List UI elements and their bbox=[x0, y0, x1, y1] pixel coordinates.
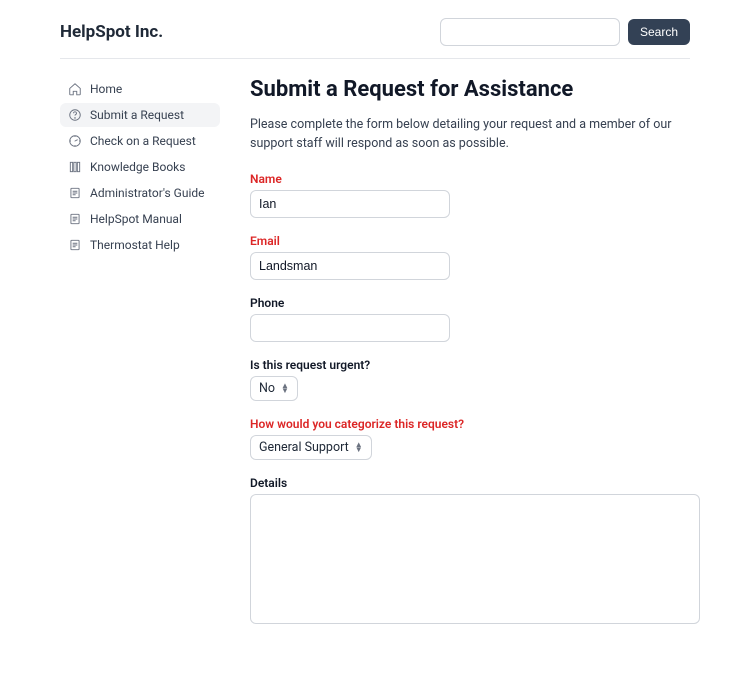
search-wrap: Search bbox=[440, 18, 690, 46]
home-icon bbox=[68, 82, 82, 96]
brand-title: HelpSpot Inc. bbox=[60, 22, 163, 42]
main-content: Submit a Request for Assistance Please c… bbox=[250, 77, 700, 644]
help-icon bbox=[68, 108, 82, 122]
field-urgent: Is this request urgent? No ▲▼ bbox=[250, 358, 700, 401]
label-email: Email bbox=[250, 234, 700, 248]
label-category: How would you categorize this request? bbox=[250, 417, 700, 431]
sidebar-item-submit-request[interactable]: Submit a Request bbox=[60, 103, 220, 127]
field-email: Email bbox=[250, 234, 700, 280]
doc-icon bbox=[68, 238, 82, 252]
input-phone[interactable] bbox=[250, 314, 450, 342]
clock-icon bbox=[68, 134, 82, 148]
doc-icon bbox=[68, 212, 82, 226]
stepper-icon: ▲▼ bbox=[355, 442, 363, 452]
sidebar-item-thermostat-help[interactable]: Thermostat Help bbox=[60, 233, 220, 257]
select-urgent-value: No bbox=[259, 381, 275, 396]
search-input[interactable] bbox=[440, 18, 620, 46]
input-name[interactable] bbox=[250, 190, 450, 218]
select-urgent[interactable]: No ▲▼ bbox=[250, 376, 298, 401]
doc-icon bbox=[68, 186, 82, 200]
search-button[interactable]: Search bbox=[628, 19, 690, 45]
field-name: Name bbox=[250, 172, 700, 218]
sidebar-item-label: Submit a Request bbox=[90, 108, 184, 122]
sidebar-item-helpspot-manual[interactable]: HelpSpot Manual bbox=[60, 207, 220, 231]
label-phone: Phone bbox=[250, 296, 700, 310]
page-title: Submit a Request for Assistance bbox=[250, 77, 700, 102]
field-category: How would you categorize this request? G… bbox=[250, 417, 700, 460]
stepper-icon: ▲▼ bbox=[281, 383, 289, 393]
select-category[interactable]: General Support ▲▼ bbox=[250, 435, 372, 460]
sidebar: Home Submit a Request Check on a Request… bbox=[60, 77, 220, 644]
input-email[interactable] bbox=[250, 252, 450, 280]
sidebar-item-home[interactable]: Home bbox=[60, 77, 220, 101]
select-category-value: General Support bbox=[259, 440, 349, 455]
sidebar-item-admin-guide[interactable]: Administrator's Guide bbox=[60, 181, 220, 205]
field-phone: Phone bbox=[250, 296, 700, 342]
header: HelpSpot Inc. Search bbox=[60, 18, 690, 59]
sidebar-item-label: Administrator's Guide bbox=[90, 186, 205, 200]
label-details: Details bbox=[250, 476, 700, 490]
page-intro: Please complete the form below detailing… bbox=[250, 116, 700, 154]
sidebar-item-label: Home bbox=[90, 82, 122, 96]
sidebar-item-label: Knowledge Books bbox=[90, 160, 185, 174]
sidebar-item-label: HelpSpot Manual bbox=[90, 212, 182, 226]
sidebar-item-knowledge-books[interactable]: Knowledge Books bbox=[60, 155, 220, 179]
sidebar-item-label: Check on a Request bbox=[90, 134, 196, 148]
label-urgent: Is this request urgent? bbox=[250, 358, 700, 372]
sidebar-item-label: Thermostat Help bbox=[90, 238, 180, 252]
books-icon bbox=[68, 160, 82, 174]
textarea-details[interactable] bbox=[250, 494, 700, 624]
label-name: Name bbox=[250, 172, 700, 186]
sidebar-item-check-request[interactable]: Check on a Request bbox=[60, 129, 220, 153]
field-details: Details bbox=[250, 476, 700, 628]
